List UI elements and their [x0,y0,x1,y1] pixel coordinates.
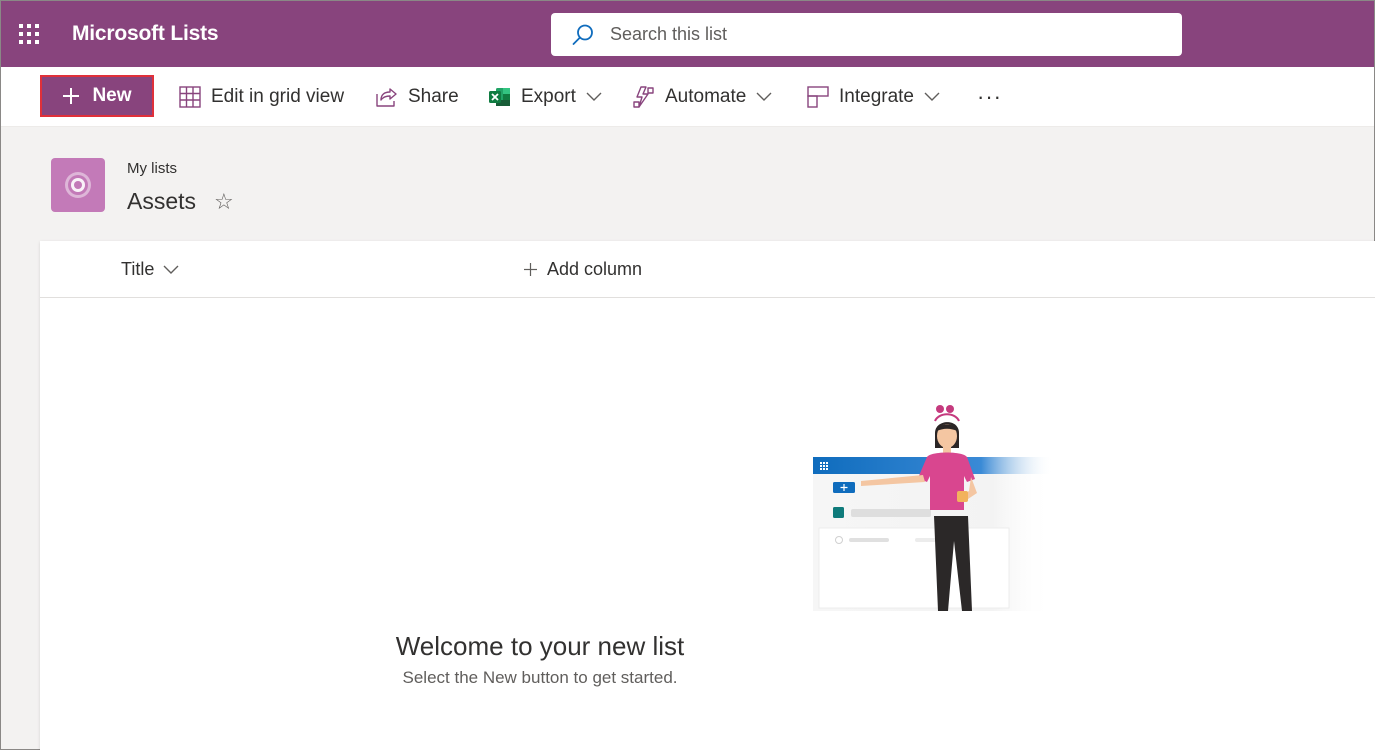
search-input[interactable] [610,24,1150,45]
column-title-label: Title [121,259,155,279]
automate-icon [633,86,655,108]
automate-button[interactable]: Automate [633,67,772,127]
page-title-row: Assets ☆ [127,188,234,215]
plus-icon [62,87,80,105]
edit-grid-view-button[interactable]: Edit in grid view [179,67,344,127]
new-button[interactable]: New [40,75,154,117]
empty-state-title: Welcome to your new list [395,631,685,661]
excel-icon [489,87,511,107]
page-title: Assets [127,188,197,214]
breadcrumb[interactable]: My lists [127,160,177,177]
automate-label: Automate [665,86,747,107]
search-box[interactable] [551,13,1182,56]
integrate-label: Integrate [839,86,914,107]
export-button[interactable]: Export [489,67,602,127]
share-button[interactable]: Share [376,67,459,127]
edit-grid-view-label: Edit in grid view [211,86,345,107]
chevron-down-icon [586,92,602,102]
add-column-button[interactable]: Add column [524,241,642,298]
grid-icon [179,86,201,108]
search-icon [571,22,597,48]
chevron-down-icon [163,265,179,275]
new-button-label: New [92,85,132,106]
welcome-illustration [813,405,1053,611]
plus-icon [524,263,537,276]
list-icon [51,158,105,212]
suite-bar: Microsoft Lists [1,1,1374,67]
app-launcher-icon[interactable] [1,1,57,67]
more-options-button[interactable]: ··· [977,67,1002,127]
add-column-label: Add column [547,259,643,279]
app-title[interactable]: Microsoft Lists [72,22,219,46]
share-icon [376,86,398,108]
column-header-row: Title Add column [40,241,1375,298]
share-label: Share [408,86,459,107]
column-header-title[interactable]: Title [121,241,179,298]
more-icon: ··· [977,84,1002,109]
favorite-star-icon[interactable]: ☆ [214,189,234,215]
integrate-button[interactable]: Integrate [807,67,940,127]
chevron-down-icon [924,92,940,102]
empty-state-subtitle: Select the New button to get started. [402,668,678,687]
integrate-icon [807,86,829,108]
command-bar: New Edit in grid view Share Export Autom… [1,67,1374,127]
export-label: Export [521,86,576,107]
list-view: Title Add column Welcome to your new lis… [40,241,1375,750]
chevron-down-icon [756,92,772,102]
